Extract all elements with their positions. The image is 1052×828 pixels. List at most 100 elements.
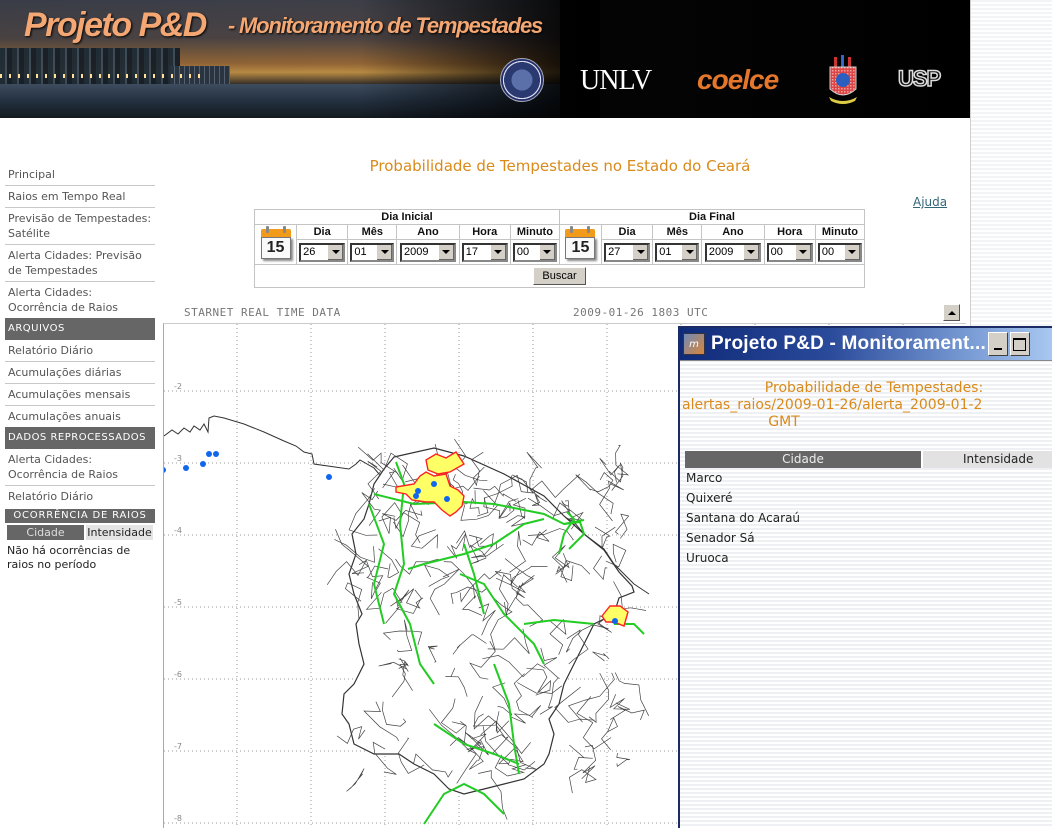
lat-label: -5 <box>174 598 182 607</box>
municipality-border <box>576 696 612 750</box>
ufc-crest-logo <box>829 55 857 104</box>
col-minuto: Minuto <box>814 223 866 241</box>
app-icon: m <box>683 333 705 355</box>
start-mes-select[interactable]: 01 <box>350 242 395 262</box>
start-ano-select[interactable]: 2009 <box>399 242 456 262</box>
scroll-up-button[interactable] <box>943 304 960 321</box>
col-dia: Dia <box>295 223 349 241</box>
nav-reproc-relatorio-diario[interactable]: Relatório Diário <box>5 486 155 507</box>
nav-raios-tempo-real[interactable]: Raios em Tempo Real <box>5 186 155 208</box>
table-row: Santana do Acaraú <box>685 508 1052 528</box>
end-calendar-cell: 15 <box>558 224 602 265</box>
nav-acumulacoes-diarias[interactable]: Acumulações diárias <box>5 362 155 384</box>
nav-alerta-previsao[interactable]: Alerta Cidades: Previsão de Tempestades <box>5 245 155 282</box>
municipality-border <box>599 480 624 522</box>
municipality-border <box>592 651 610 662</box>
nav-acumulacoes-anuais[interactable]: Acumulações anuais <box>5 406 155 427</box>
chevron-down-icon <box>376 244 393 260</box>
chevron-down-icon <box>632 244 649 260</box>
popup-heading-line3: GMT <box>768 414 800 430</box>
help-link[interactable]: Ajuda <box>913 195 947 209</box>
lat-label: -7 <box>174 742 182 751</box>
end-hora-select[interactable]: 00 <box>766 242 813 262</box>
popup-heading-line2: alertas_raios/2009-01-26/alerta_2009-01-… <box>682 397 983 413</box>
nav-relatorio-diario[interactable]: Relatório Diário <box>5 340 155 362</box>
section-arquivos: ARQUIVOS <box>5 318 155 340</box>
chevron-down-icon <box>538 244 555 260</box>
lat-label: -8 <box>174 814 182 823</box>
table-row: Senador Sá <box>685 528 1052 548</box>
calendar-icon[interactable]: 15 <box>258 225 294 261</box>
alert-cities-table: Cidade Intensidade Marco Quixeré Santana… <box>685 451 1052 568</box>
popup-heading-line1: Probabilidade de Tempestades: <box>764 380 984 396</box>
lightning-strike <box>183 465 189 471</box>
section-dados-reprocessados: DADOS REPROCESSADOS <box>5 427 155 449</box>
search-button[interactable]: Buscar <box>533 267 586 285</box>
page-root: Projeto P&D - Monitoramento de Tempestad… <box>0 0 1052 828</box>
start-hora-select[interactable]: 17 <box>461 242 508 262</box>
col-hora: Hora <box>458 223 511 241</box>
lat-label: -2 <box>174 382 182 391</box>
chevron-down-icon <box>742 244 759 260</box>
col-minuto: Minuto <box>509 223 560 241</box>
cell-cidade: Marco <box>686 471 723 485</box>
popup-titlebar[interactable]: m Projeto P&D - Monitorament... <box>680 328 1052 360</box>
end-minuto-select[interactable]: 00 <box>817 242 862 262</box>
maximize-button[interactable] <box>1009 332 1030 356</box>
minimize-button[interactable] <box>987 332 1008 356</box>
date-range-form: Dia Inicial Dia Final 15 Dia Mês Ano Hor… <box>254 209 866 288</box>
table-row: Quixeré <box>685 488 1052 508</box>
cell-intensidade <box>921 468 1052 488</box>
chevron-down-icon <box>681 244 698 260</box>
search-row: Buscar <box>254 264 865 288</box>
nav-acumulacoes-mensais[interactable]: Acumulações mensais <box>5 384 155 406</box>
table-row: Uruoca <box>685 548 1052 568</box>
lightning-strike <box>415 488 421 494</box>
cell-intensidade <box>921 528 1052 548</box>
lat-labels: -2 -3 -4 -5 -6 -7 -8 <box>174 382 182 823</box>
col-mes: Mês <box>652 223 703 241</box>
col-intensidade[interactable]: Intensidade <box>921 451 1052 468</box>
col-cidade[interactable]: Cidade <box>685 451 921 468</box>
cell-cidade: Santana do Acaraú <box>686 511 801 525</box>
municipality-border <box>346 768 365 792</box>
lightning-strike <box>431 481 437 487</box>
lightning-strike <box>206 451 212 457</box>
lightning-strike <box>213 451 219 457</box>
ocorrencia-raios-header: OCORRÊNCIA DE RAIOS <box>5 509 155 523</box>
chevron-down-icon <box>794 244 811 260</box>
municipality-border <box>588 672 609 724</box>
lightning-strike <box>444 496 450 502</box>
municipality-border <box>581 744 597 779</box>
col-mes: Mês <box>347 223 398 241</box>
table-row: Marco <box>685 468 1052 488</box>
lightning-strike <box>326 474 332 480</box>
end-mes-select[interactable]: 01 <box>655 242 700 262</box>
ocorrencia-col-intensidade[interactable]: Intensidade <box>86 525 153 540</box>
chevron-down-icon <box>327 244 344 260</box>
ocorrencia-col-cidade[interactable]: Cidade <box>7 525 84 540</box>
nav-alerta-ocorrencia[interactable]: Alerta Cidades: Ocorrência de Raios <box>5 282 155 318</box>
end-ano-select[interactable]: 2009 <box>704 242 761 262</box>
end-dia-select[interactable]: 27 <box>604 242 651 262</box>
municipality-border <box>616 753 630 768</box>
chevron-down-icon <box>489 244 506 260</box>
lat-label: -4 <box>174 526 182 535</box>
start-dia-select[interactable]: 26 <box>299 242 346 262</box>
popup-window: m Projeto P&D - Monitorament... Probabil… <box>678 326 1052 828</box>
col-dia: Dia <box>600 223 654 241</box>
col-ano: Ano <box>396 223 460 241</box>
nav-previsao-satelite[interactable]: Previsão de Tempestades: Satélite <box>5 208 155 245</box>
popup-body: Probabilidade de Tempestades: alertas_ra… <box>680 360 1052 828</box>
lightning-strike <box>612 618 618 624</box>
coelce-logo: coelce <box>697 64 779 95</box>
calendar-icon[interactable]: 15 <box>562 225 598 261</box>
chevron-down-icon <box>437 244 454 260</box>
nav-reproc-alerta-ocorrencia[interactable]: Alerta Cidades: Ocorrência de Raios <box>5 449 155 486</box>
start-calendar-cell: 15 <box>254 224 297 265</box>
ocorrencia-empty-message: Não há ocorrências de raios no período <box>7 544 131 571</box>
start-minuto-select[interactable]: 00 <box>512 242 557 262</box>
map-source-label: STARNET REAL TIME DATA <box>184 306 341 319</box>
nav-principal[interactable]: Principal <box>5 164 155 186</box>
page-title: Probabilidade de Tempestades no Estado d… <box>369 157 751 175</box>
